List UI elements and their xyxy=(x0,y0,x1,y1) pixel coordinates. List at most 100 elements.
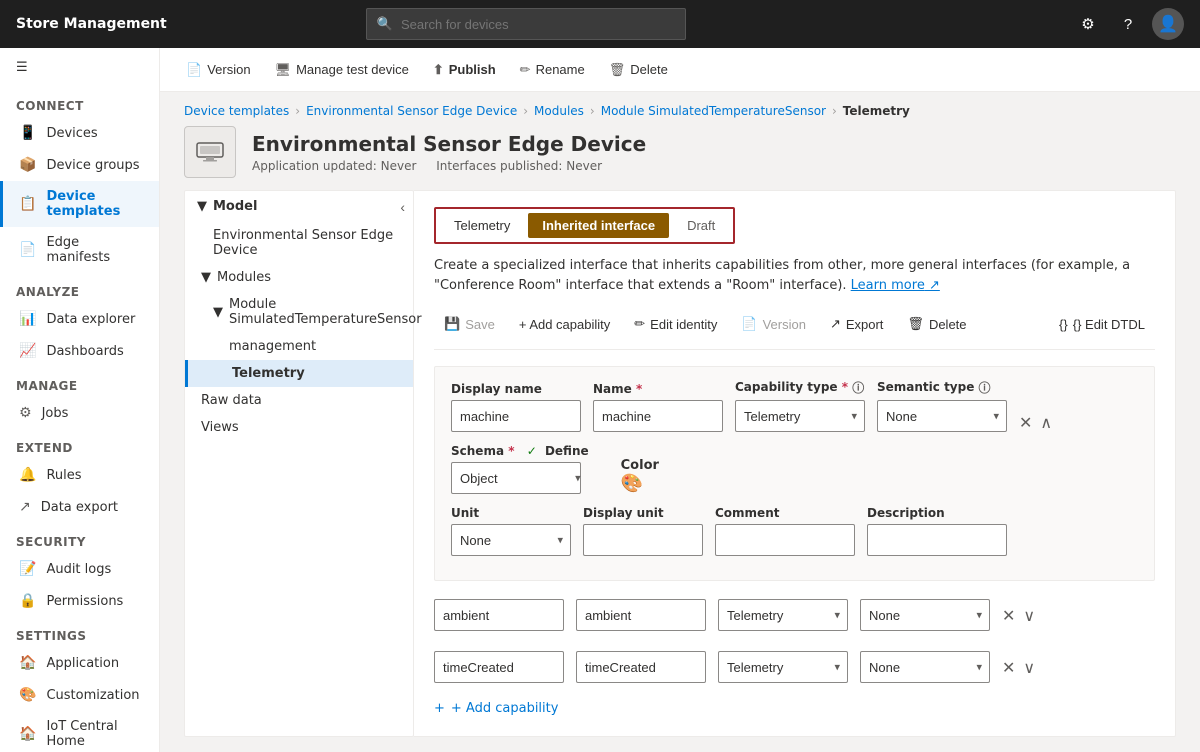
sidebar-item-data-export[interactable]: ↗ Data export xyxy=(0,491,159,523)
top-nav-icons: ⚙ ? 👤 xyxy=(1072,8,1184,40)
sidebar-item-audit-logs[interactable]: 📝 Audit logs xyxy=(0,553,159,585)
display-name-input-1[interactable] xyxy=(451,400,581,432)
sidebar-item-device-groups[interactable]: 📦 Device groups xyxy=(0,149,159,181)
capability-row-ambient: TelemetryProperty NoneTemperature ✕ ∨ xyxy=(434,593,1155,637)
sidebar-item-application[interactable]: 🏠 Application xyxy=(0,647,159,679)
delete-action-button[interactable]: 🗑 Delete xyxy=(897,311,976,337)
save-icon: 💾 xyxy=(444,316,460,332)
sidebar-item-data-explorer[interactable]: 📊 Data explorer xyxy=(0,303,159,335)
hamburger-menu[interactable]: ☰ xyxy=(0,48,159,87)
sidebar-item-device-templates[interactable]: 📋 Device templates xyxy=(0,181,159,227)
cap-expand-icon-2[interactable]: ∨ xyxy=(1023,606,1035,625)
help-button[interactable]: ? xyxy=(1112,8,1144,40)
sidebar-item-customization[interactable]: 🎨 Customization xyxy=(0,679,159,711)
sidebar-item-permissions[interactable]: 🔒 Permissions xyxy=(0,585,159,617)
unit-select-1[interactable]: NoneCelsiusKelvin xyxy=(451,524,571,556)
tree-raw-data-item[interactable]: Raw data ✏ xyxy=(185,387,413,414)
tab-inherited-interface[interactable]: Inherited interface xyxy=(528,213,669,238)
sidebar-item-devices[interactable]: 📱 Devices xyxy=(0,117,159,149)
breadcrumb-device-templates[interactable]: Device templates xyxy=(184,104,289,118)
tree-panel: ‹ ▼ Model Environmental Sensor Edge Devi… xyxy=(184,190,414,737)
name-input-1[interactable] xyxy=(593,400,723,432)
manage-test-device-button[interactable]: 🖥 Manage test device xyxy=(265,58,419,82)
cap-remove-icon-3[interactable]: ✕ xyxy=(1002,658,1015,677)
comment-field-1: Comment xyxy=(715,506,855,556)
display-name-input-3[interactable] xyxy=(434,651,564,683)
cap-type-select-wrapper-1: TelemetryPropertyCommand xyxy=(735,400,865,432)
semantic-type-select-2[interactable]: NoneTemperature xyxy=(860,599,990,631)
semantic-type-select-1[interactable]: NoneTemperatureHumidity xyxy=(877,400,1007,432)
tree-model-header[interactable]: ▼ Model xyxy=(185,191,413,222)
cap-expand-icon-3[interactable]: ∨ xyxy=(1023,658,1035,677)
delete-button[interactable]: 🗑 Delete xyxy=(599,58,678,82)
display-name-input-2[interactable] xyxy=(434,599,564,631)
add-capability-button[interactable]: + + Add capability xyxy=(434,697,1155,720)
semantic-type-select-3[interactable]: NoneTemperature xyxy=(860,651,990,683)
comment-input-1[interactable] xyxy=(715,524,855,556)
cap-actions-2: ✕ ∨ xyxy=(1002,606,1035,625)
tree-module-simulated-header[interactable]: ▼ Module SimulatedTemperatureSensor xyxy=(185,291,413,333)
breadcrumb-env-sensor[interactable]: Environmental Sensor Edge Device xyxy=(306,104,517,118)
version-button[interactable]: 📄 Version xyxy=(176,58,261,82)
sidebar-item-dashboards[interactable]: 📈 Dashboards xyxy=(0,335,159,367)
sidebar: ☰ Connect 📱 Devices 📦 Device groups 📋 De… xyxy=(0,48,160,752)
section-security: Security xyxy=(0,523,159,553)
name-input-2[interactable] xyxy=(576,599,706,631)
unit-field-1: Unit NoneCelsiusKelvin xyxy=(451,506,571,556)
breadcrumb-module-simulated[interactable]: Module SimulatedTemperatureSensor xyxy=(601,104,826,118)
color-field-1: Color 🎨 xyxy=(621,458,659,494)
tree-views-item[interactable]: Views xyxy=(185,414,413,441)
search-input[interactable] xyxy=(401,17,675,32)
device-icon xyxy=(184,126,236,178)
cap-remove-icon-1[interactable]: ✕ xyxy=(1019,413,1032,432)
publish-button[interactable]: ⬆ Publish xyxy=(423,58,506,82)
schema-check-icon: ✓ xyxy=(527,444,537,458)
schema-field-1: Schema * ✓ Define ObjectBooleanDouble xyxy=(451,444,589,494)
export-button[interactable]: ↗ Export xyxy=(820,311,893,337)
color-palette-icon-1[interactable]: 🎨 xyxy=(621,473,643,494)
version-icon: 📄 xyxy=(186,62,202,78)
interfaces-published: Interfaces published: Never xyxy=(436,159,602,173)
section-settings: Settings xyxy=(0,617,159,647)
settings-button[interactable]: ⚙ xyxy=(1072,8,1104,40)
define-label[interactable]: Define xyxy=(545,444,589,458)
cap-type-select-2[interactable]: TelemetryProperty xyxy=(718,599,848,631)
sidebar-item-iot-central-home[interactable]: 🏠 IoT Central Home xyxy=(0,711,159,752)
sidebar-item-edge-manifests[interactable]: 📄 Edge manifests xyxy=(0,227,159,273)
app-title: Store Management xyxy=(16,16,167,32)
tree-modules-header[interactable]: ▼ Modules xyxy=(185,264,413,291)
cap-type-select-wrapper-3: TelemetryProperty xyxy=(718,651,848,683)
split-layout: ‹ ▼ Model Environmental Sensor Edge Devi… xyxy=(160,190,1200,752)
name-input-3[interactable] xyxy=(576,651,706,683)
modules-chevron: ▼ xyxy=(201,270,211,285)
edit-identity-button[interactable]: ✏ Edit identity xyxy=(624,311,727,337)
user-button[interactable]: 👤 xyxy=(1152,8,1184,40)
tree-telemetry-item[interactable]: Telemetry xyxy=(185,360,413,387)
version-action-button[interactable]: 📄 Version xyxy=(731,311,816,337)
breadcrumb-modules[interactable]: Modules xyxy=(534,104,584,118)
cap-fields-row-1: Display name Name * Capability type * ⓘ … xyxy=(451,379,1138,432)
display-unit-input-1[interactable] xyxy=(583,524,703,556)
capability-row-machine: Display name Name * Capability type * ⓘ … xyxy=(434,366,1155,581)
tree-env-sensor-node[interactable]: Environmental Sensor Edge Device xyxy=(185,222,413,264)
learn-more-link[interactable]: Learn more ↗ xyxy=(851,278,940,293)
rules-icon: 🔔 xyxy=(19,467,36,483)
cap-expand-icon-1[interactable]: ∧ xyxy=(1040,413,1052,432)
sidebar-item-rules[interactable]: 🔔 Rules xyxy=(0,459,159,491)
cap-remove-icon-2[interactable]: ✕ xyxy=(1002,606,1015,625)
tab-draft[interactable]: Draft xyxy=(673,213,729,238)
tree-collapse-button[interactable]: ‹ xyxy=(400,199,405,215)
edit-dtdl-button[interactable]: {} {} Edit DTDL xyxy=(1049,312,1155,337)
cap-type-select-3[interactable]: TelemetryProperty xyxy=(718,651,848,683)
rename-button[interactable]: ✏ Rename xyxy=(510,58,595,82)
cap-type-select-1[interactable]: TelemetryPropertyCommand xyxy=(735,400,865,432)
schema-select-1[interactable]: ObjectBooleanDouble xyxy=(451,462,581,494)
tab-telemetry[interactable]: Telemetry xyxy=(440,213,524,238)
description-input-1[interactable] xyxy=(867,524,1007,556)
sidebar-item-jobs[interactable]: ⚙ Jobs xyxy=(0,397,159,429)
add-capability-bar-button[interactable]: + Add capability xyxy=(509,312,620,337)
color-row-1: Color xyxy=(621,458,659,473)
section-analyze: Analyze xyxy=(0,273,159,303)
tree-management-item[interactable]: management xyxy=(185,333,413,360)
save-button[interactable]: 💾 Save xyxy=(434,311,505,337)
